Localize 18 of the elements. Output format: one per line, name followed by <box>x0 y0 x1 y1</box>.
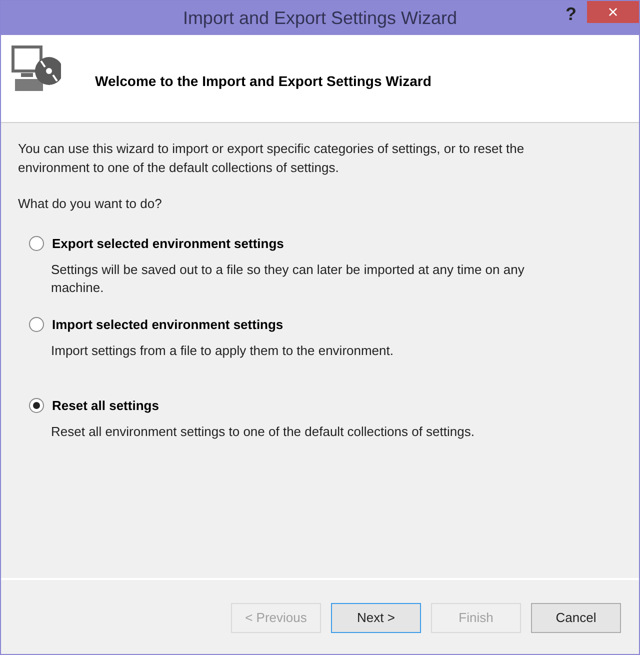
radio-option[interactable]: Reset all settings <box>29 396 622 415</box>
close-button[interactable]: × <box>587 1 639 23</box>
radio-option[interactable]: Export selected environment settings <box>29 234 622 253</box>
wizard-button[interactable]: Cancel <box>531 603 621 633</box>
radio-option[interactable]: Import selected environment settings <box>29 314 622 334</box>
radio-button[interactable] <box>29 236 44 251</box>
window-title: Import and Export Settings Wizard <box>182 6 458 30</box>
computer-disc-icon <box>11 45 61 93</box>
intro-text: You can use this wizard to import or export specific categories of settings, or to reset the environment to one of the default collections of settings. <box>18 140 526 177</box>
wizard-button[interactable]: Next > <box>331 603 421 633</box>
option-description: Settings will be saved out to a file so they can later be imported at any time on any machine. <box>51 261 526 297</box>
radio-button[interactable] <box>29 398 44 413</box>
option-description: Import settings from a file to apply them to the environment. <box>51 342 394 360</box>
option-description: Reset all environment settings to one of the default collections of settings. <box>51 423 476 441</box>
radio-button[interactable] <box>29 316 44 332</box>
header-title: Welcome to the Import and Export Settings Wizard <box>95 72 432 91</box>
help-button[interactable]: ? <box>559 1 583 23</box>
question-text: What do you want to do? <box>18 195 163 213</box>
